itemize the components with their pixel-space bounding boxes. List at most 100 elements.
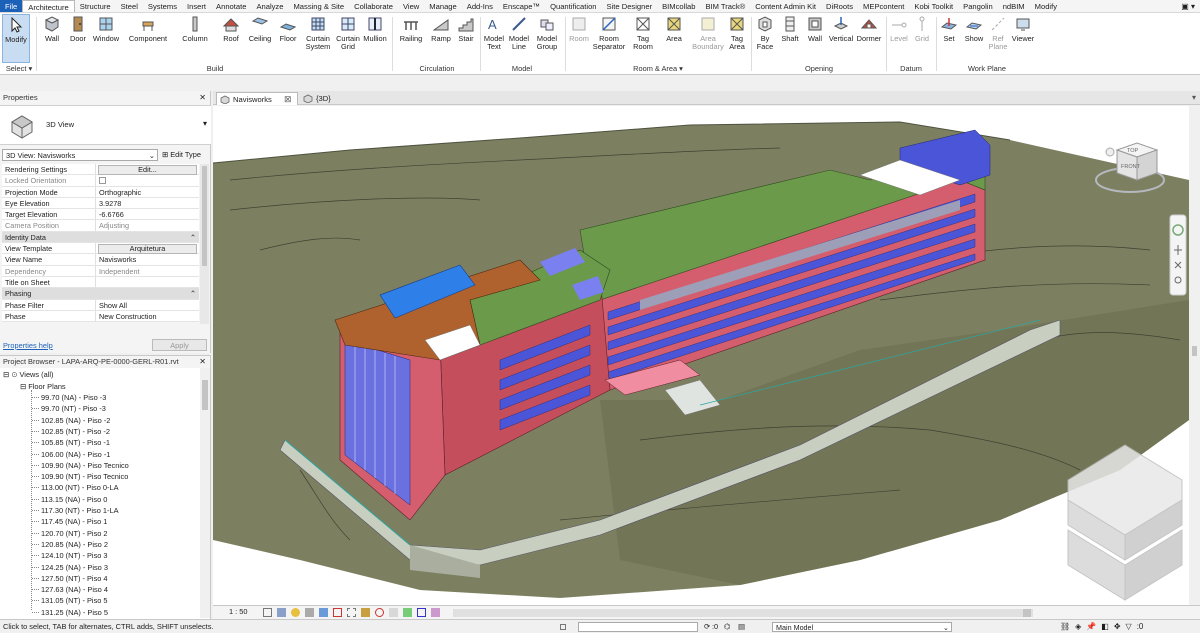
3d-view-canvas[interactable]: TOP FRONT <box>213 106 1189 605</box>
floor-plan-item[interactable]: 117.30 (NT) - Piso 1-LA <box>32 505 119 516</box>
show-button[interactable]: Show <box>962 14 986 63</box>
floor-plan-item[interactable]: 109.90 (NT) - Piso Tecnico <box>31 471 128 482</box>
temporary-hide-icon[interactable] <box>375 608 384 617</box>
tab-site-designer[interactable]: Site Designer <box>602 0 658 12</box>
tab-systems[interactable]: Systems <box>143 0 182 12</box>
select-underlay-icon[interactable]: ◈ <box>1075 622 1081 631</box>
tab-insert[interactable]: Insert <box>182 0 211 12</box>
workset-dropdown[interactable] <box>578 622 698 632</box>
tab-ndbim[interactable]: ndBIM <box>998 0 1030 12</box>
properties-help-link[interactable]: Properties help <box>3 341 53 350</box>
dormer-button[interactable]: Dormer <box>855 14 883 63</box>
floor-button[interactable]: Floor <box>276 14 300 63</box>
phase-value[interactable]: New Construction <box>96 311 199 321</box>
tab-analyze[interactable]: Analyze <box>251 0 288 12</box>
filter-icon[interactable]: ⌬ <box>724 620 730 633</box>
tab-navisworks[interactable]: Navisworks ⊠ <box>216 92 298 105</box>
chevron-down-icon[interactable]: ▾ <box>203 119 207 128</box>
tag-room-button[interactable]: Tag Room <box>630 14 656 63</box>
ramp-button[interactable]: Ramp <box>428 14 454 63</box>
show-crop-icon[interactable] <box>347 608 356 617</box>
tab-architecture[interactable]: Architecture <box>22 0 75 12</box>
tab-massing-site[interactable]: Massing & Site <box>288 0 349 12</box>
level-button[interactable]: Level <box>888 14 910 63</box>
column-button[interactable]: Column <box>180 14 210 63</box>
drag-elements-icon[interactable]: ✥ <box>1114 622 1121 631</box>
floor-plan-item[interactable]: 99.70 (NT) - Piso -3 <box>32 403 106 414</box>
area-boundary-button[interactable]: Area Boundary <box>690 14 726 63</box>
filter-selection-icon[interactable]: ▽ <box>1126 622 1132 631</box>
tab-bim-track[interactable]: BIM Track® <box>700 0 750 12</box>
target-elevation-value[interactable]: -6.6766 <box>96 209 199 219</box>
tab-collaborate[interactable]: Collaborate <box>349 0 398 12</box>
tab-manage[interactable]: Manage <box>424 0 461 12</box>
viewer-button[interactable]: Viewer <box>1010 14 1036 63</box>
door-button[interactable]: Door <box>66 14 90 63</box>
identity-data-section[interactable]: Identity Data ⌃ <box>2 231 199 244</box>
lock-icon[interactable] <box>361 608 370 617</box>
floor-plan-item[interactable]: 124.25 (NA) - Piso 3 <box>32 562 108 573</box>
floor-plan-item[interactable]: 131.25 (NA) - Piso 5 <box>32 607 108 618</box>
floor-plan-item[interactable]: 120.85 (NA) - Piso 2 <box>32 539 108 550</box>
select-links-icon[interactable]: ⛓ <box>1060 622 1070 631</box>
curtain-system-button[interactable]: Curtain System <box>302 14 334 63</box>
room-separator-button[interactable]: Room Separator <box>592 14 626 63</box>
by-face-button[interactable]: By Face <box>754 14 776 63</box>
scrollbar-thumb[interactable] <box>202 380 208 410</box>
design-options-icon[interactable]: ▤ <box>738 620 745 633</box>
sun-path-icon[interactable] <box>291 608 300 617</box>
shaft-button[interactable]: Shaft <box>778 14 802 63</box>
roof-button[interactable]: Roof <box>218 14 244 63</box>
canvas-horizontal-scrollbar[interactable] <box>453 609 1033 617</box>
worksets-icon[interactable] <box>560 624 566 630</box>
tab-enscape[interactable]: Enscape™ <box>498 0 545 12</box>
projection-mode-value[interactable]: Orthographic <box>96 187 199 197</box>
design-option-dropdown[interactable]: Main Model ⌄ <box>772 622 952 632</box>
opening-wall-button[interactable]: Wall <box>803 14 827 63</box>
floor-plan-item[interactable]: 109.90 (NA) - Piso Tecnico <box>32 460 129 471</box>
tab-bimcollab[interactable]: BIMcollab <box>657 0 700 12</box>
tab-pangolin[interactable]: Pangolin <box>958 0 998 12</box>
wall-button[interactable]: Wall <box>40 14 64 63</box>
building-model-view[interactable]: TOP FRONT <box>213 106 1189 605</box>
ribbon-toggle-icon[interactable]: ▣ ▾ <box>1176 0 1200 12</box>
phase-filter-value[interactable]: Show All <box>96 300 199 310</box>
scrollbar-thumb[interactable] <box>1192 346 1197 356</box>
ref-plane-button[interactable]: Ref Plane <box>986 14 1010 63</box>
floor-plan-item[interactable]: 117.45 (NA) - Piso 1 <box>31 516 107 527</box>
set-button[interactable]: Set <box>938 14 960 63</box>
floor-plan-item[interactable]: 105.85 (NT) - Piso -1 <box>31 437 110 448</box>
component-button[interactable]: Component <box>125 14 171 63</box>
floor-plan-item[interactable]: 102.85 (NA) - Piso -2 <box>31 415 110 426</box>
tab-view[interactable]: View <box>398 0 424 12</box>
phasing-section[interactable]: Phasing ⌃ <box>2 288 199 300</box>
railing-button[interactable]: Railing <box>396 14 426 63</box>
home-icon[interactable] <box>1105 147 1115 157</box>
browser-scrollbar[interactable] <box>200 368 210 618</box>
rendering-settings-edit-button[interactable]: Edit... <box>98 165 197 175</box>
floor-plan-item[interactable]: 113.00 (NT) - Piso 0-LA <box>32 482 119 493</box>
model-group-button[interactable]: Model Group <box>533 14 561 63</box>
floor-plan-item[interactable]: 113.15 (NA) - Piso 0 <box>31 494 107 505</box>
modify-button[interactable]: Modify <box>2 14 30 63</box>
tab-structure[interactable]: Structure <box>75 0 116 12</box>
analytical-model-icon[interactable] <box>417 608 426 617</box>
tab-file[interactable]: File <box>0 0 23 12</box>
crop-view-icon[interactable] <box>333 608 342 617</box>
close-icon[interactable]: ⊠ <box>284 93 292 106</box>
sync-icon[interactable]: ⟳ <box>704 620 710 633</box>
floor-plan-item[interactable]: 124.10 (NT) - Piso 3 <box>32 550 108 561</box>
floor-plan-item[interactable]: 99.70 (NA) - Piso -3 <box>31 392 106 403</box>
select-by-face-icon[interactable]: ◧ <box>1101 622 1109 631</box>
tab-steel[interactable]: Steel <box>116 0 143 12</box>
floor-plan-item[interactable]: 106.00 (NA) - Piso -1 <box>31 449 110 460</box>
mullion-button[interactable]: Mullion <box>362 14 388 63</box>
tab-overflow-icon[interactable]: ▾ <box>1192 93 1196 102</box>
tab-diroots[interactable]: DiRoots <box>821 0 858 12</box>
room-area-group-label[interactable]: Room & Area ▾ <box>567 64 749 74</box>
instance-selector[interactable]: 3D View: Navisworks ⌄ <box>2 149 158 161</box>
tab-annotate[interactable]: Annotate <box>211 0 251 12</box>
tab-quantification[interactable]: Quantification <box>545 0 601 12</box>
scrollbar-thumb[interactable] <box>202 166 207 266</box>
detail-level-icon[interactable] <box>263 608 272 617</box>
